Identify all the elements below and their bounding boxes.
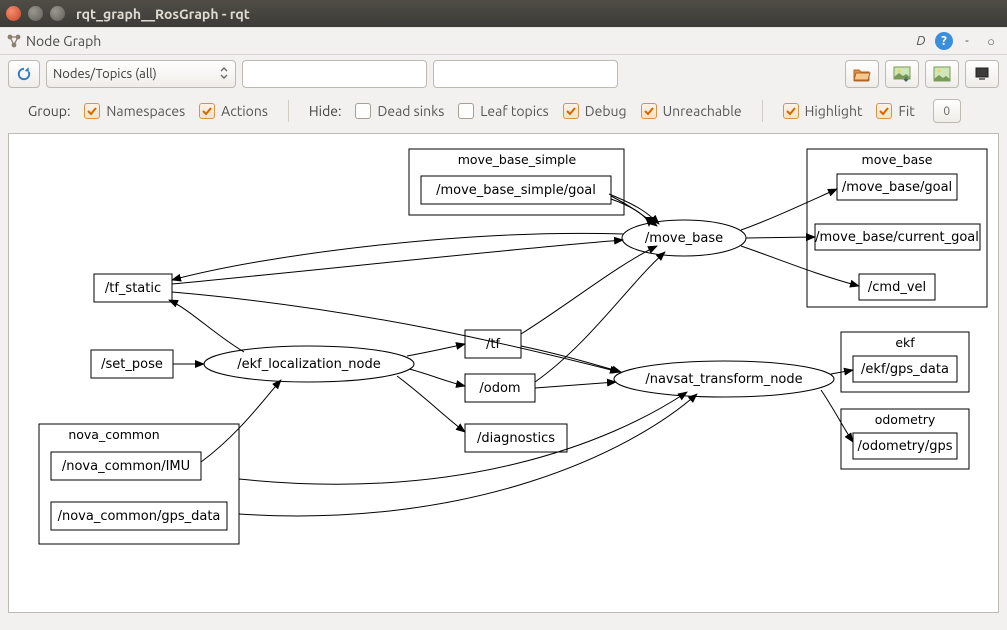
pause-button[interactable] <box>965 60 999 88</box>
svg-text:/ekf/gps_data: /ekf/gps_data <box>861 362 949 377</box>
opts-divider-1 <box>288 100 289 122</box>
window-title: rqt_graph__RosGraph - rqt <box>76 6 250 22</box>
svg-text:/move_base/current_goal: /move_base/current_goal <box>815 230 979 245</box>
svg-text:ekf: ekf <box>895 335 915 350</box>
help-icon[interactable]: ? <box>935 32 953 50</box>
nesting-level-button[interactable]: 0 <box>933 99 961 123</box>
toolbar: Nodes/Topics (all) <box>0 55 1007 93</box>
svg-text:/ekf_localization_node: /ekf_localization_node <box>237 357 381 372</box>
topic-set-pose[interactable]: /set_pose <box>91 350 173 378</box>
folder-open-icon <box>853 66 871 82</box>
cluster-ekf: ekf /ekf/gps_data <box>841 332 969 392</box>
options-row: Group: Namespaces Actions Hide: Dead sin… <box>0 93 1007 133</box>
picture-icon <box>933 66 951 82</box>
filter-input-1[interactable] <box>242 60 427 88</box>
svg-text:/tf_static: /tf_static <box>105 281 161 296</box>
svg-text:/set_pose: /set_pose <box>101 357 163 372</box>
svg-text:/move_base: /move_base <box>645 231 723 246</box>
namespaces-checkbox[interactable]: Namespaces <box>84 103 185 119</box>
svg-text:/move_base_simple/goal: /move_base_simple/goal <box>436 183 596 198</box>
topic-ekf-gps-data[interactable]: /ekf/gps_data <box>853 356 957 382</box>
window-minimize-button[interactable] <box>28 6 43 21</box>
topic-diagnostics[interactable]: /diagnostics <box>465 424 567 452</box>
leaf-topics-checkbox[interactable]: Leaf topics <box>458 103 548 119</box>
topic-tf-static[interactable]: /tf_static <box>94 274 172 302</box>
graph-canvas[interactable]: move_base_simple /move_base_simple/goal … <box>8 133 999 613</box>
unreachable-checkbox[interactable]: Unreachable <box>641 103 742 119</box>
panel-tab-title: Node Graph <box>26 33 101 49</box>
svg-text:/odometry/gps: /odometry/gps <box>858 439 953 454</box>
refresh-button[interactable] <box>8 60 40 88</box>
filter-input-2[interactable] <box>433 60 618 88</box>
topic-move-base-simple-goal[interactable]: /move_base_simple/goal <box>421 176 611 204</box>
svg-text:move_base: move_base <box>862 152 933 167</box>
panel-circle-icon[interactable]: ○ <box>981 31 1001 51</box>
cluster-nova-common: nova_common /nova_common/IMU /nova_commo… <box>39 424 239 544</box>
topic-cmd-vel[interactable]: /cmd_vel <box>859 274 935 300</box>
topic-odometry-gps[interactable]: /odometry/gps <box>853 433 957 459</box>
topic-nova-common-imu[interactable]: /nova_common/IMU <box>51 452 201 480</box>
window-close-button[interactable] <box>6 6 21 21</box>
refresh-icon <box>15 65 33 83</box>
group-label: Group: <box>28 103 70 119</box>
panel-icon <box>6 33 22 49</box>
picture-save-icon <box>893 66 911 82</box>
svg-text:/nova_common/gps_data: /nova_common/gps_data <box>58 509 221 524</box>
svg-text:/navsat_transform_node: /navsat_transform_node <box>645 372 802 387</box>
fit-checkbox[interactable]: Fit <box>876 103 914 119</box>
topic-tf[interactable]: /tf <box>465 330 521 358</box>
debug-checkbox[interactable]: Debug <box>563 103 627 119</box>
cluster-move-base-simple: move_base_simple /move_base_simple/goal <box>409 149 624 215</box>
svg-text:move_base_simple: move_base_simple <box>458 152 577 167</box>
svg-text:nova_common: nova_common <box>68 427 159 442</box>
combo-value: Nodes/Topics (all) <box>53 67 157 81</box>
hide-label: Hide: <box>309 103 342 119</box>
topic-move-base-current-goal[interactable]: /move_base/current_goal <box>815 224 980 250</box>
node-navsat-transform-node[interactable]: /navsat_transform_node <box>614 361 834 397</box>
node-ekf-localization-node[interactable]: /ekf_localization_node <box>204 346 414 382</box>
chevron-updown-icon <box>219 66 229 83</box>
monitor-icon <box>975 67 989 81</box>
save-dot-button[interactable] <box>925 60 959 88</box>
svg-text:odometry: odometry <box>875 412 936 427</box>
window-titlebar: rqt_graph__RosGraph - rqt <box>0 0 1007 27</box>
svg-text:/cmd_vel: /cmd_vel <box>868 280 926 295</box>
highlight-checkbox[interactable]: Highlight <box>783 103 863 119</box>
svg-text:/tf: /tf <box>486 337 500 352</box>
svg-text:/diagnostics: /diagnostics <box>477 431 555 446</box>
svg-text:/nova_common/IMU: /nova_common/IMU <box>62 459 190 474</box>
panel-minimize-icon[interactable]: - <box>957 31 977 51</box>
panel-d-button[interactable]: D <box>911 31 931 51</box>
window-maximize-button[interactable] <box>50 6 65 21</box>
dead-sinks-checkbox[interactable]: Dead sinks <box>355 103 444 119</box>
open-file-button[interactable] <box>845 60 879 88</box>
cluster-odometry: odometry /odometry/gps <box>841 409 969 469</box>
svg-text:/move_base/goal: /move_base/goal <box>842 180 952 195</box>
topic-nova-common-gps-data[interactable]: /nova_common/gps_data <box>51 502 227 530</box>
node-topic-combo[interactable]: Nodes/Topics (all) <box>46 60 236 88</box>
save-image-button[interactable] <box>885 60 919 88</box>
svg-text:/odom: /odom <box>479 381 520 396</box>
topic-odom[interactable]: /odom <box>465 374 535 402</box>
topic-move-base-goal[interactable]: /move_base/goal <box>837 174 957 200</box>
node-move-base[interactable]: /move_base <box>622 220 746 256</box>
opts-divider-2 <box>762 100 763 122</box>
actions-checkbox[interactable]: Actions <box>199 103 268 119</box>
cluster-move-base: move_base /move_base/goal /move_base/cur… <box>807 149 987 307</box>
panel-heading: Node Graph D ? - ○ <box>0 27 1007 55</box>
